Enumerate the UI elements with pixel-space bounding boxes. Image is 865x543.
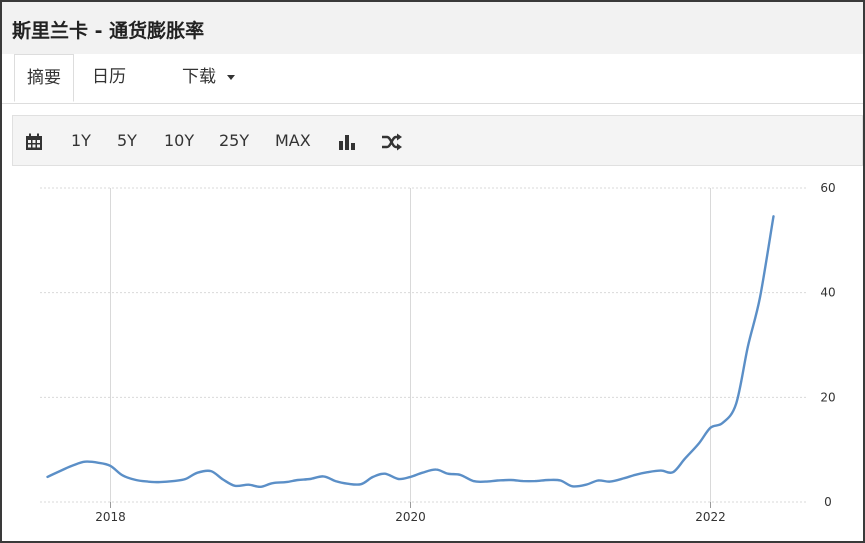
x-tick-label: 2022 — [695, 510, 726, 524]
tab-calendar[interactable]: 日历 — [92, 54, 126, 103]
chart-toolbar: 1Y 5Y 10Y 25Y MAX — [12, 115, 863, 166]
range-10y-button[interactable]: 10Y — [164, 116, 194, 165]
tab-download-label: 下载 — [182, 67, 216, 87]
y-tick-label: 20 — [820, 390, 835, 404]
caret-down-icon — [227, 74, 236, 80]
shuffle-icon — [382, 133, 402, 150]
calendar-button[interactable] — [25, 116, 43, 165]
tab-summary[interactable]: 摘要 — [14, 54, 74, 102]
y-tick-label: 0 — [824, 495, 832, 509]
range-25y-button[interactable]: 25Y — [219, 116, 249, 165]
title-bar: 斯里兰卡 - 通货膨胀率 — [2, 2, 863, 55]
app-window: 斯里兰卡 - 通货膨胀率 摘要 日历 下载 1Y 5Y 10Y 25Y MAX … — [0, 0, 865, 543]
tab-calendar-label: 日历 — [92, 67, 126, 87]
calendar-icon — [26, 133, 42, 150]
x-tick-label: 2020 — [395, 510, 426, 524]
y-tick-label: 40 — [820, 286, 835, 300]
range-1y-button[interactable]: 1Y — [71, 116, 91, 165]
tab-download[interactable]: 下载 — [182, 54, 236, 103]
range-5y-button[interactable]: 5Y — [117, 116, 137, 165]
inflation-chart: 0 20 40 60 2018 2020 2022 — [40, 181, 836, 524]
y-tick-label: 60 — [820, 181, 835, 195]
range-max-button[interactable]: MAX — [275, 116, 311, 165]
bar-chart-button[interactable] — [338, 116, 356, 165]
tab-bar: 摘要 日历 下载 — [2, 54, 863, 104]
x-tick-label: 2018 — [95, 510, 126, 524]
page-title: 斯里兰卡 - 通货膨胀率 — [12, 20, 205, 42]
shuffle-button[interactable] — [381, 116, 403, 165]
tab-summary-label: 摘要 — [27, 68, 61, 88]
bar-chart-icon — [339, 134, 355, 150]
